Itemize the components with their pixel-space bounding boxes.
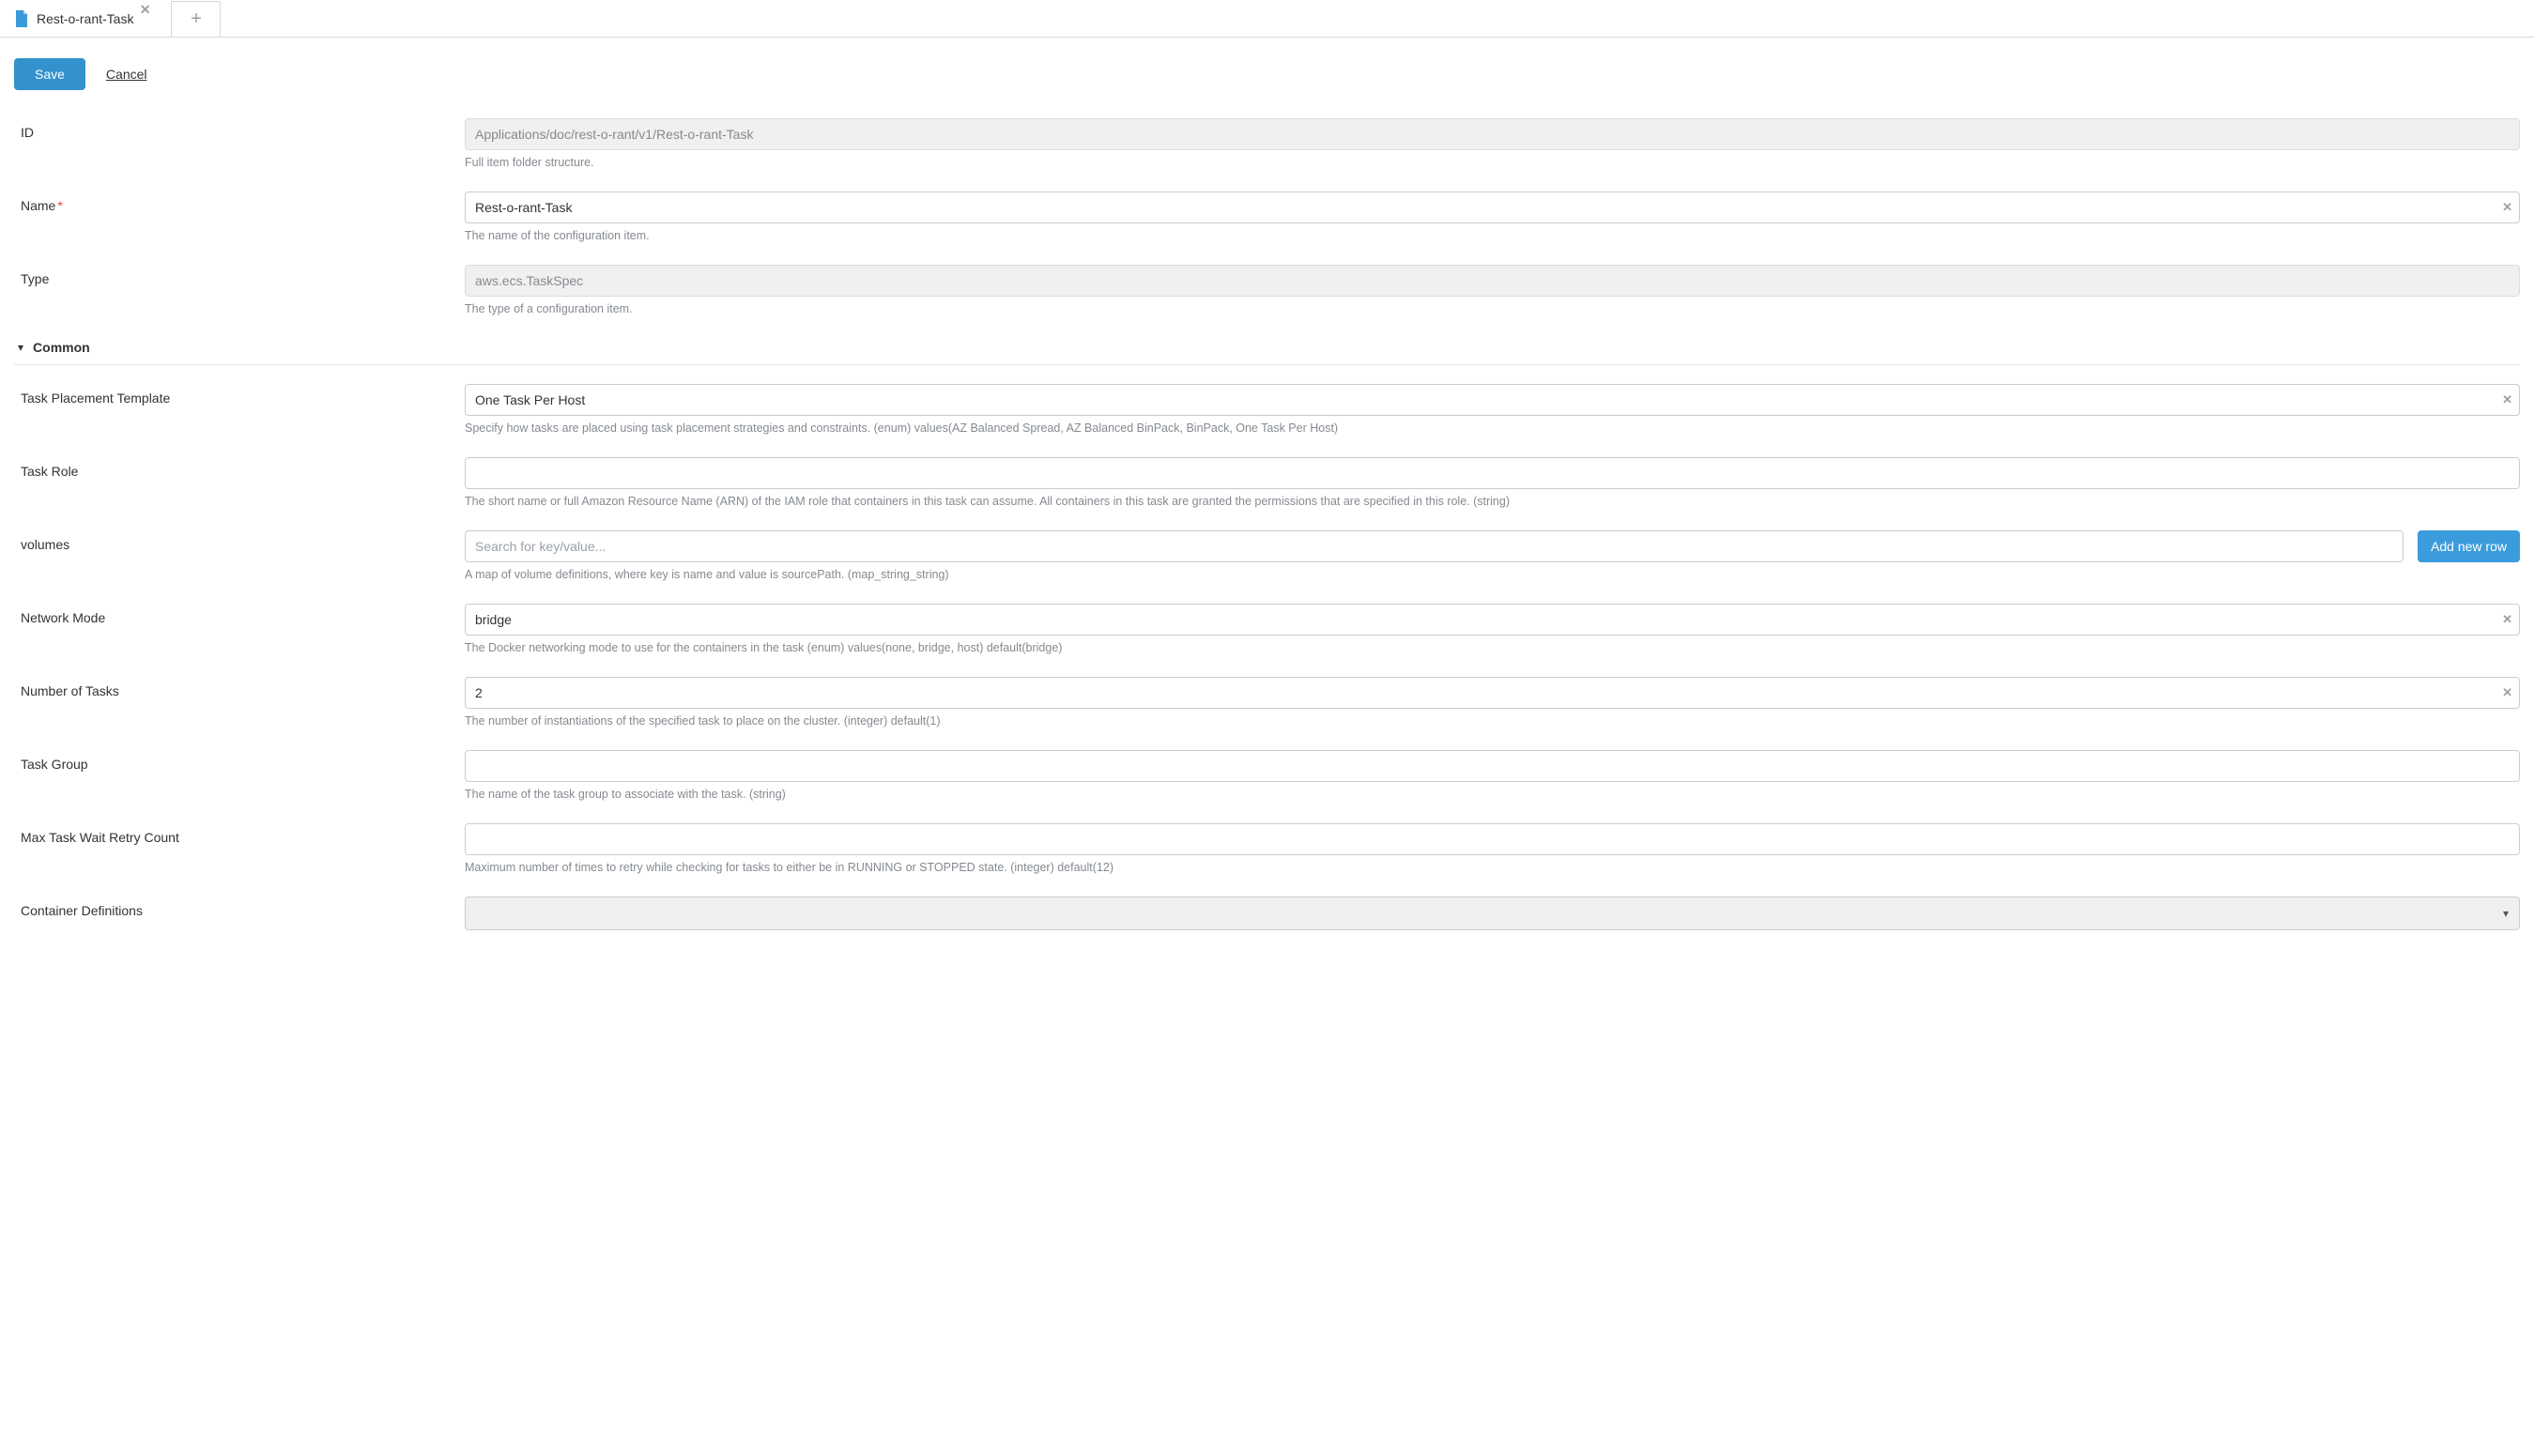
label-name-text: Name — [21, 198, 55, 213]
row-name: Name* ✕ The name of the configuration it… — [14, 192, 2520, 242]
tab-rest-o-rant-task[interactable]: Rest-o-rant-Task ✕ — [14, 0, 147, 37]
clear-icon[interactable]: ✕ — [2502, 685, 2512, 700]
label-max-retry: Max Task Wait Retry Count — [14, 823, 465, 845]
form: ID Full item folder structure. Name* ✕ T… — [0, 90, 2534, 930]
row-id: ID Full item folder structure. — [14, 118, 2520, 169]
hint-num-tasks: The number of instantiations of the spec… — [465, 714, 2520, 728]
row-task-group: Task Group The name of the task group to… — [14, 750, 2520, 801]
label-volumes: volumes — [14, 530, 465, 552]
row-type: Type The type of a configuration item. — [14, 265, 2520, 315]
label-name: Name* — [14, 192, 465, 213]
id-input — [465, 118, 2520, 150]
label-num-tasks: Number of Tasks — [14, 677, 465, 698]
container-defs-select[interactable] — [465, 897, 2520, 930]
clear-icon[interactable]: ✕ — [2502, 612, 2512, 627]
section-common-header[interactable]: ▾ Common — [14, 338, 2520, 365]
hint-network-mode: The Docker networking mode to use for th… — [465, 641, 2520, 654]
label-type: Type — [14, 265, 465, 286]
hint-id: Full item folder structure. — [465, 156, 2520, 169]
task-placement-input[interactable] — [465, 384, 2520, 416]
clear-icon[interactable]: ✕ — [2502, 200, 2512, 215]
row-num-tasks: Number of Tasks ✕ The number of instanti… — [14, 677, 2520, 728]
network-mode-input[interactable] — [465, 604, 2520, 636]
close-icon[interactable]: ✕ — [140, 2, 151, 18]
clear-icon[interactable]: ✕ — [2502, 392, 2512, 407]
max-retry-input[interactable] — [465, 823, 2520, 855]
volumes-search-input[interactable] — [465, 530, 2403, 562]
row-volumes: volumes Add new row A map of volume defi… — [14, 530, 2520, 581]
required-star-icon: * — [57, 198, 62, 213]
document-icon — [14, 10, 29, 27]
tab-title: Rest-o-rant-Task — [37, 11, 133, 26]
action-bar: Save Cancel — [0, 38, 2534, 90]
hint-task-placement: Specify how tasks are placed using task … — [465, 421, 2520, 435]
save-button[interactable]: Save — [14, 58, 85, 90]
label-network-mode: Network Mode — [14, 604, 465, 625]
row-task-placement: Task Placement Template ✕ Specify how ta… — [14, 384, 2520, 435]
label-container-defs: Container Definitions — [14, 897, 465, 918]
label-task-role: Task Role — [14, 457, 465, 479]
hint-task-group: The name of the task group to associate … — [465, 788, 2520, 801]
row-max-retry: Max Task Wait Retry Count Maximum number… — [14, 823, 2520, 874]
row-network-mode: Network Mode ✕ The Docker networking mod… — [14, 604, 2520, 654]
row-container-defs: Container Definitions — [14, 897, 2520, 930]
hint-volumes: A map of volume definitions, where key i… — [465, 568, 2520, 581]
hint-name: The name of the configuration item. — [465, 229, 2520, 242]
label-id: ID — [14, 118, 465, 140]
label-task-group: Task Group — [14, 750, 465, 772]
add-new-row-button[interactable]: Add new row — [2418, 530, 2520, 562]
type-input — [465, 265, 2520, 297]
task-group-input[interactable] — [465, 750, 2520, 782]
cancel-link[interactable]: Cancel — [106, 67, 147, 82]
section-common-title: Common — [33, 340, 90, 355]
chevron-down-icon: ▾ — [18, 341, 23, 354]
name-input[interactable] — [465, 192, 2520, 223]
hint-max-retry: Maximum number of times to retry while c… — [465, 861, 2520, 874]
hint-task-role: The short name or full Amazon Resource N… — [465, 495, 2520, 508]
row-task-role: Task Role The short name or full Amazon … — [14, 457, 2520, 508]
label-task-placement: Task Placement Template — [14, 384, 465, 406]
hint-type: The type of a configuration item. — [465, 302, 2520, 315]
add-tab-button[interactable]: + — [171, 1, 221, 37]
num-tasks-input[interactable] — [465, 677, 2520, 709]
tab-bar: Rest-o-rant-Task ✕ + — [0, 0, 2534, 38]
task-role-input[interactable] — [465, 457, 2520, 489]
